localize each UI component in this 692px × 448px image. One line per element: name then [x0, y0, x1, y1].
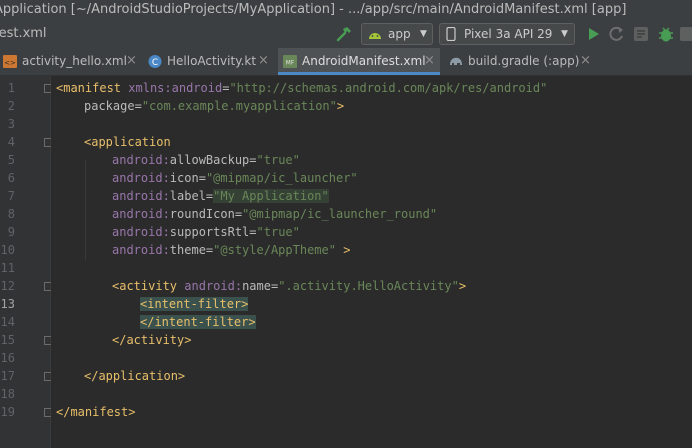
code-editor[interactable]: <manifest xmlns:android="http://schemas.…	[51, 76, 692, 448]
tab-label: AndroidManifest.xml	[302, 54, 426, 68]
line-number: 16	[0, 351, 15, 365]
line-number: 8	[7, 207, 15, 221]
code-line-8: android:roundIcon="@mipmap/ic_launcher_r…	[112, 207, 438, 221]
debug-bug-icon[interactable]	[656, 24, 676, 44]
code-line-1: <manifest xmlns:android="http://schemas.…	[56, 81, 548, 95]
navigation-toolbar: fest.xml app ▼ Pixel 3a API 29 ▼	[0, 20, 692, 49]
line-number: 9	[7, 225, 15, 239]
chevron-down-icon: ▼	[420, 29, 427, 39]
code-line-17: </application>	[84, 369, 186, 383]
line-number: 7	[7, 189, 15, 203]
code-line-19: </manifest>	[56, 405, 136, 419]
editor-tab-bar: <> activity_hello.xml × C HelloActivity.…	[0, 48, 692, 76]
code-line-7: android:label="My Application"	[112, 189, 329, 203]
code-line-6: android:icon="@mipmap/ic_launcher"	[112, 171, 358, 185]
window-title-bar: Application [~/AndroidStudioProjects/MyA…	[0, 0, 692, 20]
indent-guide	[85, 160, 86, 260]
code-line-2: package="com.example.myapplication">	[84, 99, 345, 113]
line-number: 12	[0, 279, 15, 293]
line-number: 14	[0, 315, 15, 329]
line-number-current: 13	[0, 297, 15, 311]
line-number: 2	[7, 99, 15, 113]
breadcrumb-file[interactable]: fest.xml	[0, 26, 47, 41]
android-icon	[369, 33, 381, 39]
tab-build-gradle[interactable]: build.gradle (:app) ×	[446, 48, 592, 75]
close-icon[interactable]: ×	[126, 48, 137, 74]
chevron-down-icon: ▼	[561, 29, 568, 39]
run-config-label: app	[388, 27, 411, 41]
device-select[interactable]: Pixel 3a API 29 ▼	[439, 23, 575, 45]
run-config-select[interactable]: app ▼	[361, 23, 433, 45]
code-line-4: <application	[84, 135, 171, 149]
tab-hello-activity-kt[interactable]: C HelloActivity.kt ×	[145, 48, 271, 75]
device-label: Pixel 3a API 29	[464, 27, 553, 41]
kotlin-file-icon: C	[148, 55, 162, 68]
code-line-5: android:allowBackup="true"	[112, 153, 300, 167]
profile-icon[interactable]	[680, 24, 692, 44]
line-number: 19	[0, 405, 15, 419]
line-number: 4	[7, 135, 15, 149]
line-number: 11	[0, 261, 15, 275]
line-number: 15	[0, 333, 15, 347]
window-title: Application [~/AndroidStudioProjects/MyA…	[0, 2, 627, 17]
apply-changes-icon[interactable]	[631, 24, 651, 44]
manifest-file-icon: MF	[283, 55, 297, 68]
line-number: 10	[0, 243, 15, 257]
svg-text:C: C	[152, 58, 158, 68]
line-number: 1	[7, 81, 15, 95]
code-line-14: </intent-filter>	[140, 315, 256, 329]
svg-text:<>: <>	[4, 59, 16, 67]
line-number: 6	[7, 171, 15, 185]
line-number: 5	[7, 153, 15, 167]
tab-label: build.gradle (:app)	[468, 54, 580, 68]
line-number: 3	[7, 117, 15, 131]
phone-icon	[446, 27, 456, 41]
code-line-10: android:theme="@style/AppTheme" >	[112, 243, 351, 257]
xml-file-icon: <>	[3, 55, 17, 68]
tab-activity-hello-xml[interactable]: <> activity_hello.xml ×	[0, 48, 140, 75]
close-icon[interactable]: ×	[580, 48, 591, 74]
tab-android-manifest-xml[interactable]: MF AndroidManifest.xml ×	[278, 48, 440, 75]
close-icon[interactable]: ×	[424, 48, 435, 74]
close-icon[interactable]: ×	[258, 48, 269, 74]
tab-label: activity_hello.xml	[22, 54, 127, 68]
line-number: 18	[0, 387, 15, 401]
line-number: 17	[0, 369, 15, 383]
run-icon[interactable]	[583, 24, 603, 44]
code-line-9: android:supportsRtl="true"	[112, 225, 300, 239]
code-line-15: </activity>	[112, 333, 192, 347]
svg-text:MF: MF	[286, 60, 295, 67]
build-hammer-icon[interactable]	[334, 24, 354, 44]
tab-label: HelloActivity.kt	[167, 54, 257, 68]
gradle-file-icon	[450, 57, 462, 65]
rerun-icon[interactable]	[607, 24, 627, 44]
code-line-13: <intent-filter>	[140, 297, 249, 311]
line-number-gutter: 1 2 3 4 5 6 7 8 9 10 11 12 13 14 15 16 1…	[0, 76, 73, 448]
code-line-12: <activity android:name=".activity.HelloA…	[112, 279, 467, 293]
